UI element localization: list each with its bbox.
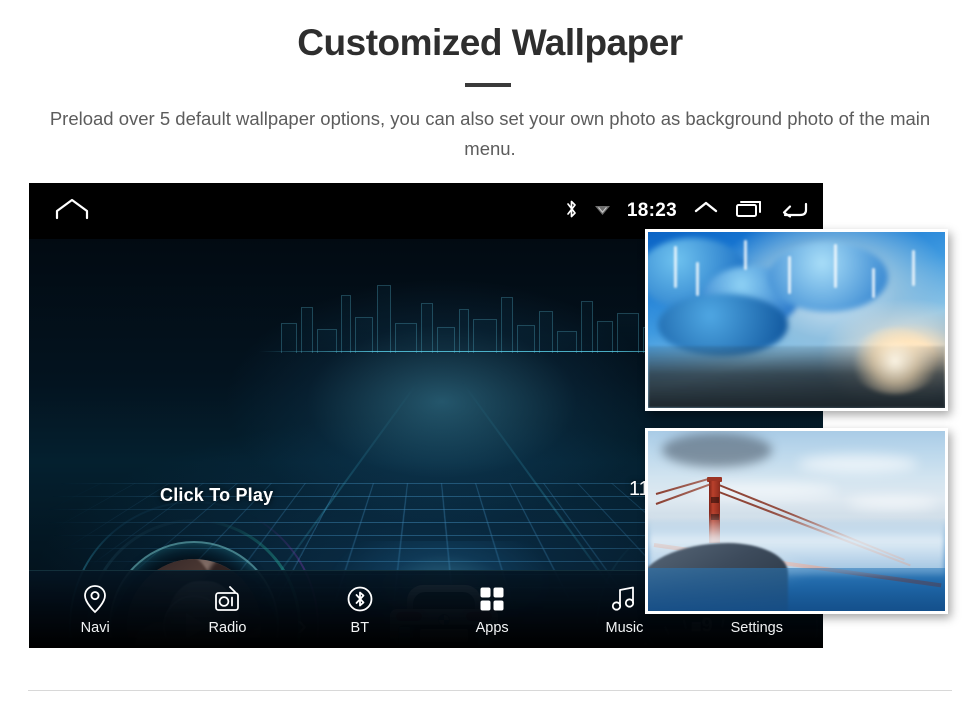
page-title: Customized Wallpaper: [297, 22, 683, 63]
music-note-icon: [610, 584, 638, 614]
dock-label-music: Music: [605, 619, 644, 636]
dock-label-settings: Settings: [730, 619, 783, 636]
footer-divider: [28, 690, 952, 691]
dock-label-radio: Radio: [208, 619, 247, 636]
location-pin-icon: [82, 584, 108, 614]
bluetooth-icon: [346, 584, 374, 614]
ice-cave-wallpaper[interactable]: [645, 229, 948, 411]
dock-label-apps: Apps: [475, 619, 509, 636]
back-arrow-icon[interactable]: [779, 199, 809, 224]
dock-label-bt: BT: [350, 619, 370, 636]
golden-gate-bridge-wallpaper[interactable]: [645, 428, 948, 614]
dock-item-bt[interactable]: BT: [294, 584, 426, 636]
radio-icon: [213, 584, 241, 614]
dock-item-navi[interactable]: Navi: [29, 584, 161, 636]
page-root: Customized Wallpaper Preload over 5 defa…: [0, 0, 980, 703]
wifi-icon: [594, 202, 611, 221]
dock-item-apps[interactable]: Apps: [426, 584, 558, 636]
dock-item-radio[interactable]: Radio: [161, 584, 293, 636]
dock-label-navi: Navi: [80, 619, 110, 636]
recents-icon[interactable]: [735, 199, 763, 224]
title-underline-accent: [465, 83, 511, 87]
status-bar-clock: 18:23: [626, 200, 677, 221]
chevron-up-icon[interactable]: [693, 200, 719, 223]
apps-grid-icon: [478, 584, 506, 614]
page-subtitle: Preload over 5 default wallpaper options…: [49, 108, 931, 159]
home-icon[interactable]: [55, 198, 89, 225]
bluetooth-icon: [565, 199, 578, 224]
city-skyline-graphic: [279, 275, 679, 353]
